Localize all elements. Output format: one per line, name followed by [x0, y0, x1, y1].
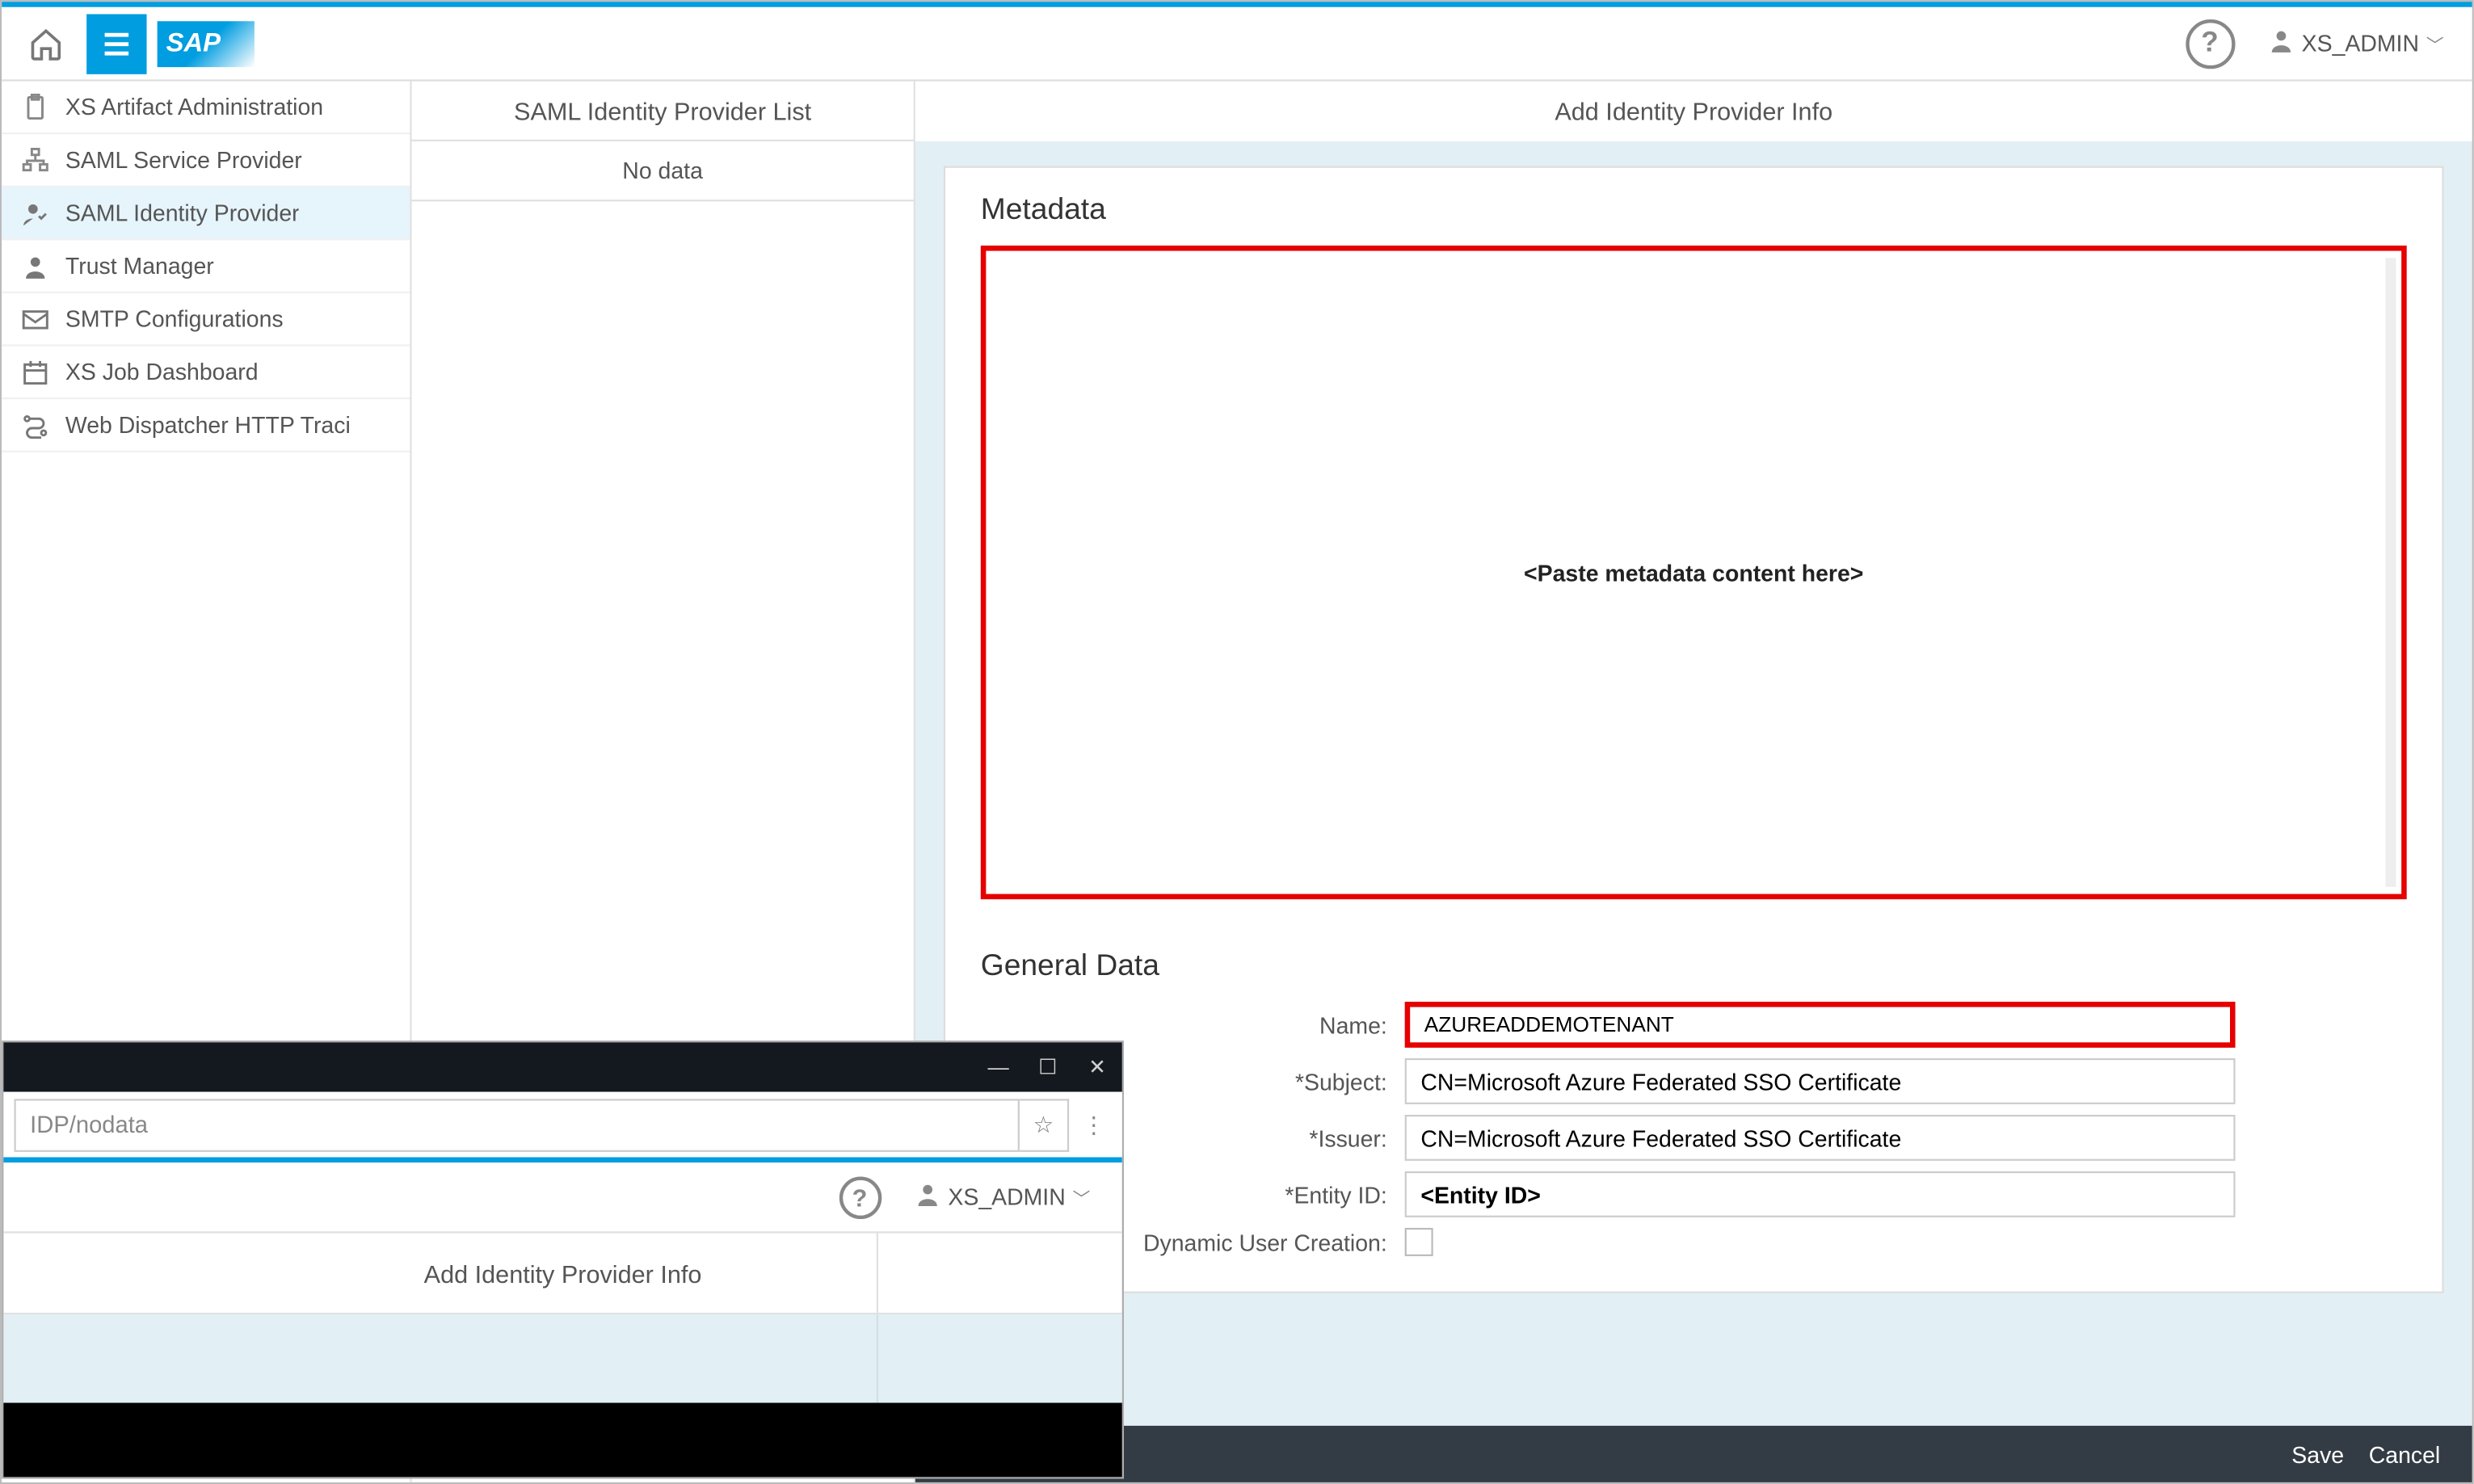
top-toolbar: SAP ? XS_ADMIN ﹀ — [2, 2, 2472, 81]
help-icon[interactable]: ? — [839, 1175, 881, 1217]
subject-input[interactable] — [1405, 1058, 2236, 1104]
close-icon[interactable]: ✕ — [1073, 1042, 1122, 1091]
sidebar-item-trust-manager[interactable]: Trust Manager — [2, 240, 410, 293]
user-menu[interactable]: XS_ADMIN ﹀ — [2252, 27, 2458, 61]
sidebar-item-label: SMTP Configurations — [65, 305, 284, 332]
footer-bar: Save Cancel — [915, 1426, 2472, 1482]
chevron-down-icon: ﹀ — [1073, 1183, 1091, 1210]
sidebar-item-saml-sp[interactable]: SAML Service Provider — [2, 134, 410, 187]
envelope-icon — [19, 303, 51, 334]
metadata-placeholder: <Paste metadata content here> — [1524, 559, 1863, 586]
url-input[interactable] — [14, 1098, 1019, 1151]
minimize-icon[interactable]: — — [974, 1042, 1023, 1091]
content-panel: Add Identity Provider Info Metadata <Pas… — [915, 82, 2472, 1482]
sidebar-item-saml-idp[interactable]: SAML Identity Provider — [2, 187, 410, 241]
org-icon — [19, 144, 51, 175]
name-label: Name: — [981, 1011, 1405, 1038]
sidebar-item-label: XS Artifact Administration — [65, 94, 323, 120]
person-icon — [2266, 27, 2295, 61]
idp-list-header: SAML Identity Provider List — [412, 82, 914, 141]
popup-window: — ☐ ✕ ☆ ⋮ ? XS_ADMIN ﹀ Add Identity Prov… — [2, 1040, 1124, 1478]
general-data-heading: General Data — [981, 948, 2407, 984]
entity-id-input[interactable] — [1405, 1171, 2236, 1217]
content-title: Add Identity Provider Info — [915, 82, 2472, 141]
sidebar-item-label: SAML Identity Provider — [65, 200, 300, 226]
dynamic-user-checkbox[interactable] — [1405, 1228, 1433, 1256]
sidebar-item-label: XS Job Dashboard — [65, 359, 259, 385]
popup-footer — [3, 1402, 1121, 1477]
idp-list-empty: No data — [412, 141, 914, 201]
sap-logo: SAP — [158, 20, 255, 66]
sidebar-item-web-dispatcher[interactable]: Web Dispatcher HTTP Traci — [2, 399, 410, 452]
clipboard-icon — [19, 91, 51, 123]
person-icon — [19, 250, 51, 281]
sidebar-item-smtp[interactable]: SMTP Configurations — [2, 293, 410, 347]
sidebar-item-xs-artifact[interactable]: XS Artifact Administration — [2, 82, 410, 135]
metadata-textarea[interactable]: <Paste metadata content here> — [981, 246, 2407, 899]
home-icon[interactable] — [16, 13, 76, 73]
sidebar-item-label: SAML Service Provider — [65, 147, 302, 174]
maximize-icon[interactable]: ☐ — [1023, 1042, 1072, 1091]
kebab-menu-icon[interactable]: ⋮ — [1076, 1111, 1112, 1139]
person-check-icon — [19, 197, 51, 229]
calendar-icon — [19, 356, 51, 388]
user-label: XS_ADMIN — [948, 1183, 1065, 1210]
sidebar-item-label: Trust Manager — [65, 253, 214, 280]
user-menu[interactable]: XS_ADMIN ﹀ — [898, 1180, 1104, 1214]
route-icon — [19, 409, 51, 440]
sidebar-item-label: Web Dispatcher HTTP Traci — [65, 412, 351, 439]
name-input[interactable] — [1405, 1002, 2236, 1048]
sidebar-item-job-dashboard[interactable]: XS Job Dashboard — [2, 347, 410, 400]
menu-icon[interactable] — [86, 13, 146, 73]
metadata-heading: Metadata — [981, 192, 2407, 228]
person-icon — [913, 1180, 941, 1214]
issuer-input[interactable] — [1405, 1115, 2236, 1161]
window-controls: — ☐ ✕ — [3, 1042, 1121, 1091]
help-icon[interactable]: ? — [2185, 19, 2234, 68]
scrollbar[interactable] — [2385, 258, 2396, 887]
user-label: XS_ADMIN — [2302, 30, 2419, 57]
bookmark-star-icon[interactable]: ☆ — [1020, 1098, 1069, 1151]
popup-title: Add Identity Provider Info — [3, 1234, 1121, 1315]
save-button[interactable]: Save — [2291, 1440, 2344, 1467]
chevron-down-icon: ﹀ — [2426, 30, 2444, 57]
cancel-button[interactable]: Cancel — [2369, 1440, 2441, 1467]
